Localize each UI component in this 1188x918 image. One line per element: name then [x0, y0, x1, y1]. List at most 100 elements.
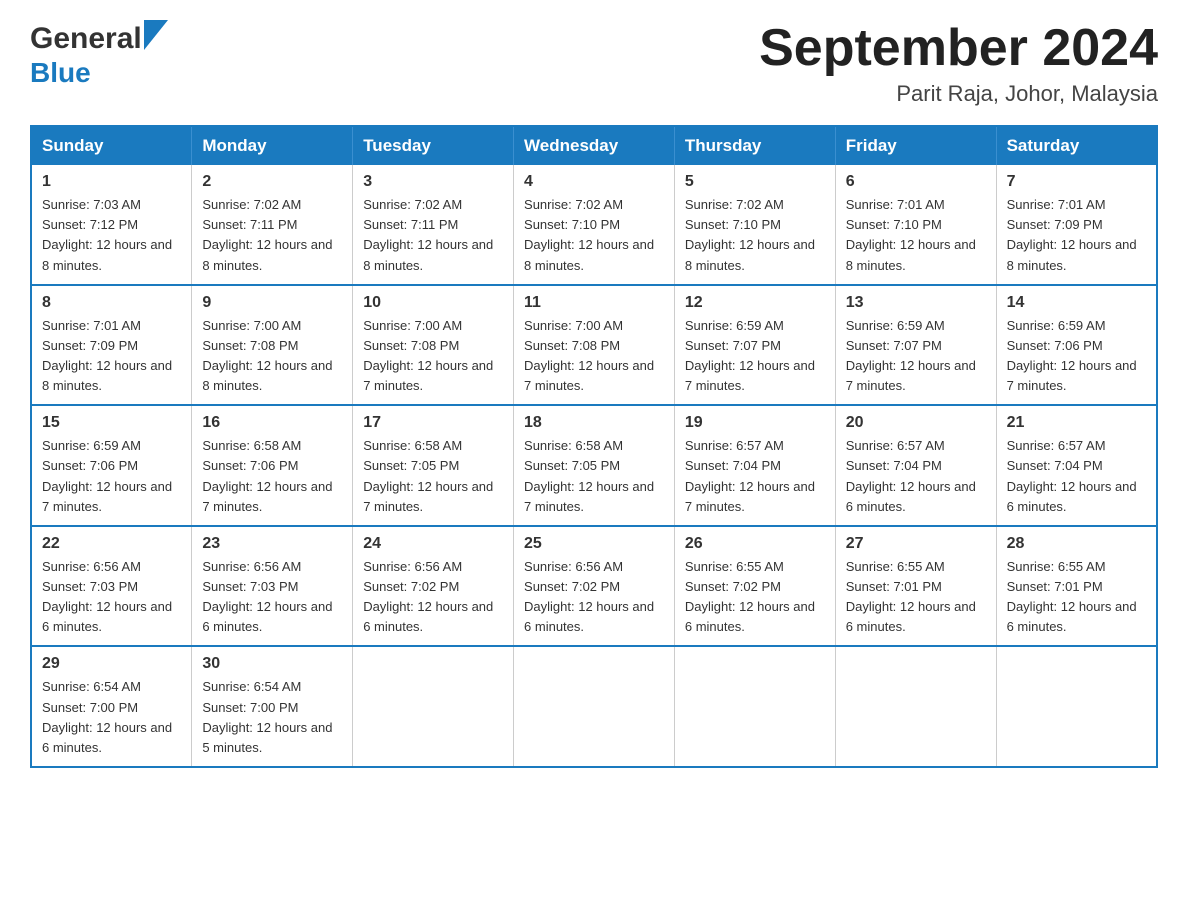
location-text: Parit Raja, Johor, Malaysia: [759, 81, 1158, 107]
day-info: Sunrise: 6:59 AM Sunset: 7:06 PM Dayligh…: [42, 436, 181, 517]
logo-blue-text: Blue: [30, 57, 91, 89]
table-row: 2 Sunrise: 7:02 AM Sunset: 7:11 PM Dayli…: [192, 165, 353, 285]
day-number: 24: [363, 535, 503, 553]
day-info: Sunrise: 7:02 AM Sunset: 7:10 PM Dayligh…: [685, 195, 825, 276]
table-row: 23 Sunrise: 6:56 AM Sunset: 7:03 PM Dayl…: [192, 526, 353, 647]
header-thursday: Thursday: [674, 126, 835, 165]
day-number: 21: [1007, 414, 1146, 432]
day-number: 1: [42, 173, 181, 191]
day-info: Sunrise: 6:54 AM Sunset: 7:00 PM Dayligh…: [202, 677, 342, 758]
day-info: Sunrise: 6:58 AM Sunset: 7:06 PM Dayligh…: [202, 436, 342, 517]
day-number: 28: [1007, 535, 1146, 553]
day-info: Sunrise: 7:01 AM Sunset: 7:09 PM Dayligh…: [1007, 195, 1146, 276]
table-row: 8 Sunrise: 7:01 AM Sunset: 7:09 PM Dayli…: [31, 285, 192, 406]
day-number: 22: [42, 535, 181, 553]
day-info: Sunrise: 6:59 AM Sunset: 7:07 PM Dayligh…: [846, 316, 986, 397]
day-number: 23: [202, 535, 342, 553]
day-number: 11: [524, 294, 664, 312]
day-info: Sunrise: 7:03 AM Sunset: 7:12 PM Dayligh…: [42, 195, 181, 276]
header-friday: Friday: [835, 126, 996, 165]
table-row: 10 Sunrise: 7:00 AM Sunset: 7:08 PM Dayl…: [353, 285, 514, 406]
table-row: [835, 646, 996, 767]
table-row: [674, 646, 835, 767]
day-number: 18: [524, 414, 664, 432]
day-number: 3: [363, 173, 503, 191]
day-info: Sunrise: 6:56 AM Sunset: 7:03 PM Dayligh…: [202, 557, 342, 638]
table-row: 16 Sunrise: 6:58 AM Sunset: 7:06 PM Dayl…: [192, 405, 353, 526]
day-number: 8: [42, 294, 181, 312]
logo-general-text: General: [30, 22, 142, 56]
day-info: Sunrise: 6:55 AM Sunset: 7:02 PM Dayligh…: [685, 557, 825, 638]
table-row: 27 Sunrise: 6:55 AM Sunset: 7:01 PM Dayl…: [835, 526, 996, 647]
table-row: 5 Sunrise: 7:02 AM Sunset: 7:10 PM Dayli…: [674, 165, 835, 285]
day-info: Sunrise: 6:57 AM Sunset: 7:04 PM Dayligh…: [685, 436, 825, 517]
day-info: Sunrise: 7:00 AM Sunset: 7:08 PM Dayligh…: [524, 316, 664, 397]
table-row: 11 Sunrise: 7:00 AM Sunset: 7:08 PM Dayl…: [514, 285, 675, 406]
header-tuesday: Tuesday: [353, 126, 514, 165]
day-number: 13: [846, 294, 986, 312]
table-row: 20 Sunrise: 6:57 AM Sunset: 7:04 PM Dayl…: [835, 405, 996, 526]
day-number: 4: [524, 173, 664, 191]
table-row: 29 Sunrise: 6:54 AM Sunset: 7:00 PM Dayl…: [31, 646, 192, 767]
table-row: 22 Sunrise: 6:56 AM Sunset: 7:03 PM Dayl…: [31, 526, 192, 647]
table-row: 12 Sunrise: 6:59 AM Sunset: 7:07 PM Dayl…: [674, 285, 835, 406]
table-row: 17 Sunrise: 6:58 AM Sunset: 7:05 PM Dayl…: [353, 405, 514, 526]
table-row: 18 Sunrise: 6:58 AM Sunset: 7:05 PM Dayl…: [514, 405, 675, 526]
day-info: Sunrise: 6:56 AM Sunset: 7:03 PM Dayligh…: [42, 557, 181, 638]
day-number: 26: [685, 535, 825, 553]
table-row: 3 Sunrise: 7:02 AM Sunset: 7:11 PM Dayli…: [353, 165, 514, 285]
table-row: 24 Sunrise: 6:56 AM Sunset: 7:02 PM Dayl…: [353, 526, 514, 647]
title-block: September 2024 Parit Raja, Johor, Malays…: [759, 20, 1158, 107]
day-info: Sunrise: 7:02 AM Sunset: 7:10 PM Dayligh…: [524, 195, 664, 276]
day-number: 10: [363, 294, 503, 312]
day-number: 6: [846, 173, 986, 191]
table-row: 14 Sunrise: 6:59 AM Sunset: 7:06 PM Dayl…: [996, 285, 1157, 406]
day-number: 12: [685, 294, 825, 312]
day-info: Sunrise: 7:01 AM Sunset: 7:10 PM Dayligh…: [846, 195, 986, 276]
day-info: Sunrise: 6:57 AM Sunset: 7:04 PM Dayligh…: [846, 436, 986, 517]
page-header: General Blue September 2024 Parit Raja, …: [30, 20, 1158, 107]
table-row: 25 Sunrise: 6:56 AM Sunset: 7:02 PM Dayl…: [514, 526, 675, 647]
day-info: Sunrise: 7:02 AM Sunset: 7:11 PM Dayligh…: [363, 195, 503, 276]
table-row: 9 Sunrise: 7:00 AM Sunset: 7:08 PM Dayli…: [192, 285, 353, 406]
table-row: 13 Sunrise: 6:59 AM Sunset: 7:07 PM Dayl…: [835, 285, 996, 406]
table-row: 28 Sunrise: 6:55 AM Sunset: 7:01 PM Dayl…: [996, 526, 1157, 647]
day-info: Sunrise: 6:58 AM Sunset: 7:05 PM Dayligh…: [363, 436, 503, 517]
table-row: 1 Sunrise: 7:03 AM Sunset: 7:12 PM Dayli…: [31, 165, 192, 285]
day-info: Sunrise: 6:59 AM Sunset: 7:07 PM Dayligh…: [685, 316, 825, 397]
table-row: 15 Sunrise: 6:59 AM Sunset: 7:06 PM Dayl…: [31, 405, 192, 526]
day-info: Sunrise: 7:01 AM Sunset: 7:09 PM Dayligh…: [42, 316, 181, 397]
day-number: 14: [1007, 294, 1146, 312]
table-row: 7 Sunrise: 7:01 AM Sunset: 7:09 PM Dayli…: [996, 165, 1157, 285]
day-number: 15: [42, 414, 181, 432]
calendar-table: Sunday Monday Tuesday Wednesday Thursday…: [30, 125, 1158, 768]
day-info: Sunrise: 6:58 AM Sunset: 7:05 PM Dayligh…: [524, 436, 664, 517]
table-row: [353, 646, 514, 767]
day-info: Sunrise: 7:00 AM Sunset: 7:08 PM Dayligh…: [363, 316, 503, 397]
day-info: Sunrise: 6:56 AM Sunset: 7:02 PM Dayligh…: [363, 557, 503, 638]
table-row: 30 Sunrise: 6:54 AM Sunset: 7:00 PM Dayl…: [192, 646, 353, 767]
table-row: 4 Sunrise: 7:02 AM Sunset: 7:10 PM Dayli…: [514, 165, 675, 285]
day-number: 19: [685, 414, 825, 432]
table-row: [514, 646, 675, 767]
day-info: Sunrise: 6:57 AM Sunset: 7:04 PM Dayligh…: [1007, 436, 1146, 517]
header-wednesday: Wednesday: [514, 126, 675, 165]
logo: General Blue: [30, 20, 168, 89]
day-number: 7: [1007, 173, 1146, 191]
day-info: Sunrise: 6:55 AM Sunset: 7:01 PM Dayligh…: [1007, 557, 1146, 638]
day-number: 27: [846, 535, 986, 553]
calendar-body: 1 Sunrise: 7:03 AM Sunset: 7:12 PM Dayli…: [31, 165, 1157, 767]
header-monday: Monday: [192, 126, 353, 165]
day-info: Sunrise: 6:56 AM Sunset: 7:02 PM Dayligh…: [524, 557, 664, 638]
logo-arrow-icon: [142, 18, 168, 55]
table-row: 21 Sunrise: 6:57 AM Sunset: 7:04 PM Dayl…: [996, 405, 1157, 526]
day-info: Sunrise: 7:02 AM Sunset: 7:11 PM Dayligh…: [202, 195, 342, 276]
day-number: 20: [846, 414, 986, 432]
day-number: 29: [42, 655, 181, 673]
day-number: 17: [363, 414, 503, 432]
table-row: 6 Sunrise: 7:01 AM Sunset: 7:10 PM Dayli…: [835, 165, 996, 285]
table-row: 26 Sunrise: 6:55 AM Sunset: 7:02 PM Dayl…: [674, 526, 835, 647]
month-title: September 2024: [759, 20, 1158, 77]
table-row: 19 Sunrise: 6:57 AM Sunset: 7:04 PM Dayl…: [674, 405, 835, 526]
header-saturday: Saturday: [996, 126, 1157, 165]
